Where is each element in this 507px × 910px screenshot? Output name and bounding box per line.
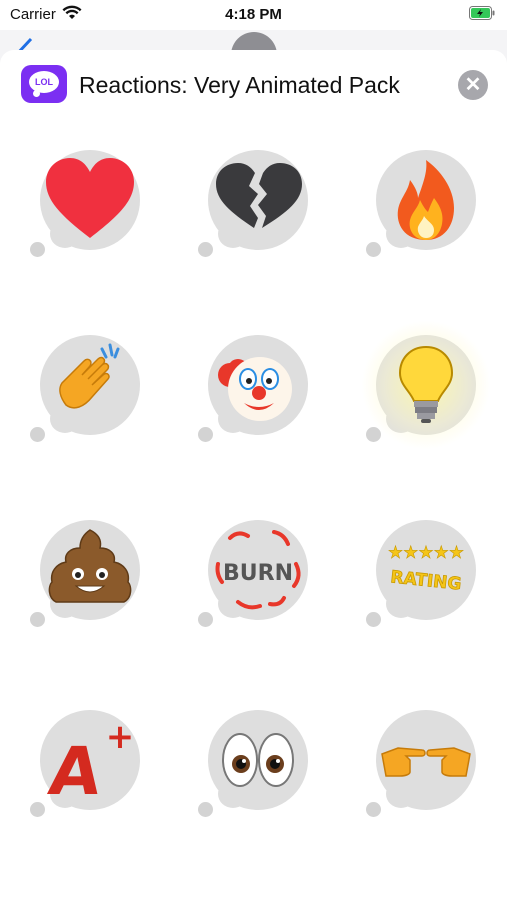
heart-icon — [40, 150, 140, 250]
poop-icon — [40, 520, 140, 620]
battery-charging-icon — [469, 6, 495, 25]
clown-face-icon — [208, 335, 308, 435]
pointing-hands-icon — [376, 710, 476, 810]
sticker-sheet: LOL Reactions: Very Animated Pack ✕ BURN… — [0, 50, 507, 910]
sticker-eyes[interactable] — [198, 710, 308, 825]
sticker-grid: BURN ★★★★★ RATING A + — [0, 50, 507, 910]
sticker-a-plus[interactable]: A + — [30, 710, 140, 825]
status-bar: Carrier 4:18 PM — [0, 0, 507, 30]
burn-text: BURN — [223, 561, 293, 586]
rating-stars: ★★★★★ — [388, 543, 464, 563]
status-time: 4:18 PM — [225, 6, 282, 23]
sticker-fire[interactable] — [366, 150, 476, 265]
sticker-clapping-hands[interactable] — [30, 335, 140, 450]
a-plus-icon: A + — [40, 710, 140, 810]
sticker-clown[interactable] — [198, 335, 308, 450]
sticker-poop[interactable] — [30, 520, 140, 635]
light-bulb-icon — [376, 335, 476, 435]
broken-heart-icon — [208, 150, 308, 250]
sticker-pointing-hands[interactable] — [366, 710, 476, 825]
rating-text: RATING — [390, 567, 463, 594]
fire-icon — [376, 150, 476, 250]
rating-icon: ★★★★★ RATING — [376, 520, 476, 620]
sticker-burn[interactable]: BURN — [198, 520, 308, 635]
burn-icon: BURN — [208, 520, 308, 620]
grade-plus: + — [106, 717, 135, 757]
sticker-rating[interactable]: ★★★★★ RATING — [366, 520, 476, 635]
clapping-hands-icon — [40, 335, 140, 435]
eyes-icon — [208, 710, 308, 810]
grade-letter: A — [44, 732, 106, 810]
sticker-heart[interactable] — [30, 150, 140, 265]
sticker-light-bulb[interactable] — [361, 320, 491, 450]
sticker-broken-heart[interactable] — [198, 150, 308, 265]
